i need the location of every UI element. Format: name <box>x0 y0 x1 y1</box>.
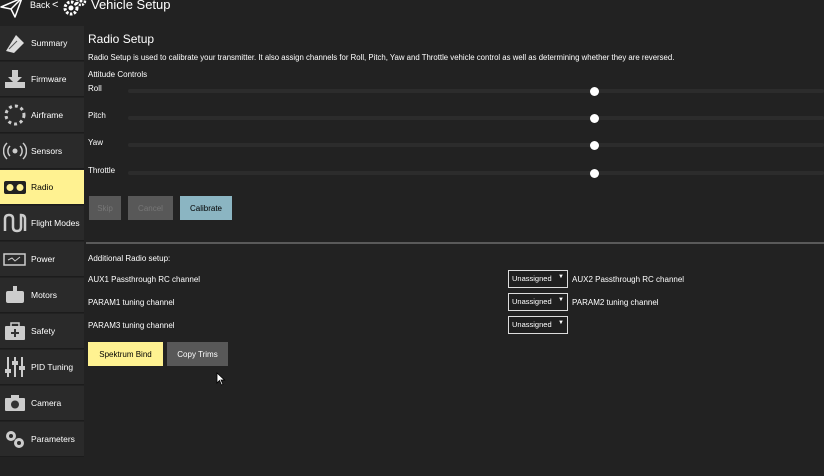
roll-slider[interactable] <box>128 86 824 96</box>
header: Back < Vehicle Setup <box>0 0 824 22</box>
camera-icon <box>5 395 25 411</box>
download-icon <box>5 70 25 88</box>
calibrate-button[interactable]: Calibrate <box>180 196 232 220</box>
sidebar-item-motors[interactable]: Motors <box>0 278 84 313</box>
select-value: Unassigned <box>512 297 552 306</box>
sidebar-item-label: Firmware <box>31 74 67 84</box>
sidebar-item-label: Motors <box>31 290 57 300</box>
pitch-slider-row: Pitch <box>88 111 824 125</box>
param3-channel-label: PARAM3 tuning channel <box>88 321 175 330</box>
slider-label: Pitch <box>88 111 106 120</box>
param2-channel-label: PARAM2 tuning channel <box>572 298 659 307</box>
sidebar-item-pid-tuning[interactable]: PID Tuning <box>0 350 84 385</box>
page-title: Vehicle Setup <box>91 0 171 12</box>
sidebar-item-label: Airframe <box>31 110 64 120</box>
sidebar-item-label: Flight Modes <box>31 218 80 228</box>
sidebar-item-label: Power <box>31 254 56 264</box>
pitch-slider[interactable] <box>128 113 824 123</box>
param1-channel-label: PARAM1 tuning channel <box>88 298 175 307</box>
yaw-slider-row: Yaw <box>88 138 824 152</box>
clipboard-icon <box>6 35 24 53</box>
cancel-button[interactable]: Cancel <box>128 196 173 220</box>
breadcrumb-separator: < <box>52 0 59 11</box>
sliders-icon <box>5 357 25 377</box>
slider-label: Yaw <box>88 138 103 147</box>
slider-thumb[interactable] <box>590 168 600 178</box>
copy-trims-button[interactable]: Copy Trims <box>167 342 228 366</box>
caret-down-icon: ▼ <box>558 274 564 280</box>
aux1-channel-select[interactable]: Unassigned ▼ <box>508 270 568 288</box>
additional-radio-setup-label: Additional Radio setup: <box>88 254 171 263</box>
sidebar-item-label: Sensors <box>31 146 63 156</box>
sidebar-item-label: Safety <box>31 326 56 336</box>
sidebar-item-label: Summary <box>31 38 68 48</box>
throttle-slider-row: Throttle <box>88 166 824 180</box>
section-description: Radio Setup is used to calibrate your tr… <box>88 53 675 62</box>
select-value: Unassigned <box>512 274 552 283</box>
slider-thumb[interactable] <box>590 140 600 150</box>
aux1-channel-label: AUX1 Passthrough RC channel <box>88 275 201 284</box>
paper-plane-icon[interactable] <box>0 0 24 20</box>
divider <box>86 242 824 244</box>
radio-setup-panel: Radio Setup Radio Setup is used to calib… <box>86 22 824 476</box>
gears-icon <box>63 0 87 16</box>
slider-thumb[interactable] <box>590 86 600 96</box>
radio-icon <box>4 181 26 194</box>
sidebar-item-firmware[interactable]: Firmware <box>0 62 84 97</box>
slider-label: Roll <box>88 84 102 93</box>
sidebar: Summary Firmware Airframe Sensors Radio … <box>0 26 84 476</box>
caret-down-icon: ▼ <box>558 320 564 326</box>
back-link[interactable]: Back <box>30 0 50 10</box>
yaw-slider[interactable] <box>128 140 824 150</box>
spektrum-bind-button[interactable]: Spektrum Bind <box>88 342 163 366</box>
roll-slider-row: Roll <box>88 84 824 98</box>
param1-channel-select[interactable]: Unassigned ▼ <box>508 293 568 311</box>
battery-icon <box>3 253 26 266</box>
first-aid-icon <box>5 322 25 340</box>
sidebar-item-sensors[interactable]: Sensors <box>0 134 84 169</box>
flight-modes-icon <box>3 213 27 233</box>
caret-down-icon: ▼ <box>558 297 564 303</box>
param3-channel-select[interactable]: Unassigned ▼ <box>508 316 568 334</box>
slider-thumb[interactable] <box>590 113 600 123</box>
skip-button[interactable]: Skip <box>89 196 121 220</box>
aux2-channel-label: AUX2 Passthrough RC channel <box>572 275 685 284</box>
mouse-cursor-icon <box>216 372 226 386</box>
sidebar-item-flight-modes[interactable]: Flight Modes <box>0 206 84 241</box>
sidebar-item-safety[interactable]: Safety <box>0 314 84 349</box>
section-title: Radio Setup <box>88 32 155 46</box>
sidebar-item-camera[interactable]: Camera <box>0 386 84 421</box>
sidebar-item-parameters[interactable]: Parameters <box>0 422 84 457</box>
motors-icon <box>6 286 24 303</box>
slider-label: Throttle <box>88 166 116 175</box>
sensors-icon <box>3 142 27 160</box>
sidebar-item-label: Parameters <box>31 434 75 444</box>
gears-icon <box>6 431 24 448</box>
sidebar-item-label: Radio <box>31 182 54 192</box>
attitude-controls-label: Attitude Controls <box>88 70 148 79</box>
sidebar-item-radio[interactable]: Radio <box>0 170 84 205</box>
sidebar-item-airframe[interactable]: Airframe <box>0 98 84 133</box>
airframe-icon <box>4 104 26 126</box>
sidebar-item-power[interactable]: Power <box>0 242 84 277</box>
sidebar-item-label: PID Tuning <box>31 362 74 372</box>
select-value: Unassigned <box>512 320 552 329</box>
sidebar-item-label: Camera <box>31 398 62 408</box>
sidebar-item-summary[interactable]: Summary <box>0 26 84 61</box>
throttle-slider[interactable] <box>128 168 824 178</box>
